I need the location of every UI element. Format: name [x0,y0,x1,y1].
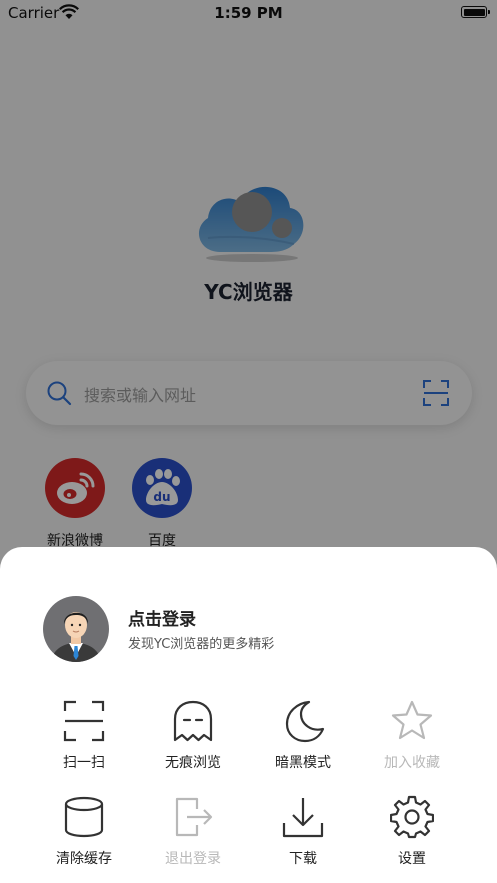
menu-scan[interactable]: 扫一扫 [29,699,139,772]
menu-incognito[interactable]: 无痕浏览 [138,699,248,772]
scan-icon [63,700,105,742]
menu-label: 清除缓存 [56,851,112,867]
menu-clear-cache[interactable]: 清除缓存 [29,795,139,868]
menu-label: 扫一扫 [63,755,105,771]
menu-label: 无痕浏览 [165,755,221,771]
menu-label: 退出登录 [165,851,221,867]
download-icon [282,798,324,838]
logout-icon [175,797,213,837]
menu-label: 加入收藏 [384,755,440,771]
menu-label: 设置 [398,851,426,867]
user-avatar[interactable] [43,596,109,662]
database-icon [64,796,104,838]
menu-dark-mode[interactable]: 暗黑模式 [248,699,358,772]
login-subtitle: 发现YC浏览器的更多精彩 [128,637,275,652]
menu-settings[interactable]: 设置 [357,795,467,868]
menu-download[interactable]: 下载 [248,795,358,868]
menu-label: 暗黑模式 [275,755,331,771]
ghost-icon [173,700,213,742]
login-title[interactable]: 点击登录 [128,605,196,630]
menu-logout[interactable]: 退出登录 [138,795,248,868]
star-icon [391,700,433,740]
menu-label: 下载 [289,851,317,867]
menu-bottom-sheet: 点击登录 发现YC浏览器的更多精彩 扫一扫 无痕浏览 暗黑模式 加入收藏 清除缓… [0,547,497,883]
gear-icon [390,795,434,839]
menu-add-favorite[interactable]: 加入收藏 [357,699,467,772]
moon-icon [285,700,325,743]
